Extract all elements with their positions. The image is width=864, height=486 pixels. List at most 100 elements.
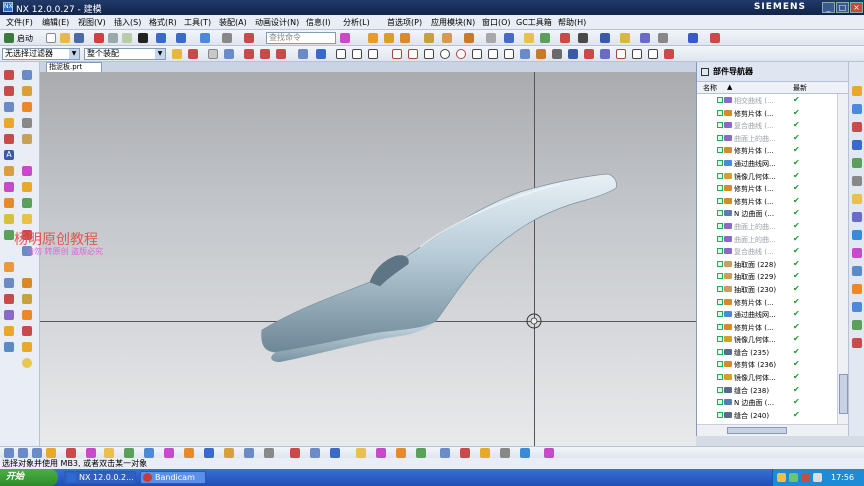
plus-icon[interactable] <box>648 49 658 59</box>
new-file-icon[interactable] <box>46 33 56 43</box>
boolean-icon[interactable] <box>442 33 452 43</box>
visibility-checkbox[interactable] <box>717 336 723 343</box>
visibility-checkbox[interactable] <box>717 134 723 141</box>
surface-tool-14-icon[interactable] <box>22 310 32 320</box>
view-iso-icon[interactable] <box>46 448 56 458</box>
menu-info[interactable]: 信息(I) <box>306 17 331 28</box>
process-studio-icon[interactable] <box>852 230 862 240</box>
snap-intersection-icon[interactable] <box>536 49 546 59</box>
trim-curve-icon[interactable] <box>4 262 14 272</box>
feature-tree-row[interactable]: 通过曲线网... ✔ <box>697 157 837 170</box>
zoom-icon[interactable] <box>164 448 174 458</box>
snap-quadrant-icon[interactable] <box>552 49 562 59</box>
snap-center-icon[interactable] <box>276 49 286 59</box>
filter-settings-icon[interactable] <box>172 49 182 59</box>
visibility-checkbox[interactable] <box>717 361 723 368</box>
surface-tool-8-icon[interactable] <box>22 198 32 208</box>
feature-tree-row[interactable]: N 边曲面 (... ✔ <box>697 207 837 220</box>
constraint-navigator-icon[interactable] <box>852 122 862 132</box>
select-all-icon[interactable] <box>188 49 198 59</box>
menu-format[interactable]: 格式(R) <box>149 17 177 28</box>
feature-tree-row[interactable]: 抽取面 (228) ✔ <box>697 258 837 271</box>
history-icon[interactable] <box>852 194 862 204</box>
slash-icon[interactable] <box>488 49 498 59</box>
deviation-icon[interactable] <box>330 448 340 458</box>
visibility-checkbox[interactable] <box>717 185 723 192</box>
open-file-icon[interactable] <box>60 33 70 43</box>
scrollbar-thumb[interactable] <box>839 374 848 414</box>
menu-analysis[interactable]: 分析(L) <box>343 17 370 28</box>
column-latest-header[interactable]: 最新 <box>793 83 807 93</box>
menu-tools[interactable]: 工具(T) <box>184 17 211 28</box>
measure-icon[interactable] <box>600 33 610 43</box>
window-layout-icon[interactable] <box>222 33 232 43</box>
snap-tangent-icon[interactable] <box>568 49 578 59</box>
solid-body-icon[interactable] <box>316 49 326 59</box>
minimize-button[interactable]: _ <box>822 2 835 13</box>
menu-gc-toolbox[interactable]: GC工具箱 <box>516 17 552 28</box>
project-curve-icon[interactable] <box>4 182 14 192</box>
line-icon[interactable] <box>336 49 346 59</box>
arrow-right-icon[interactable] <box>632 49 642 59</box>
scope-filter-select[interactable]: 整个装配 ▼ <box>84 48 166 60</box>
snap-endpoint-icon[interactable] <box>244 49 254 59</box>
feature-tree-row[interactable]: 缝合 (240) ✔ <box>697 409 837 422</box>
command-search-input[interactable]: 查找命令 <box>266 32 336 44</box>
snap-settings-icon[interactable] <box>664 49 674 59</box>
feature-tree-row[interactable]: N 边曲面 (... ✔ <box>697 396 837 409</box>
sphere-tool-icon[interactable] <box>22 358 32 368</box>
part-navigator-icon[interactable] <box>852 104 862 114</box>
revolve-icon[interactable] <box>400 33 410 43</box>
feature-tree-row[interactable]: 复合曲线 (... ✔ <box>697 245 837 258</box>
visibility-checkbox[interactable] <box>717 159 723 166</box>
paste-icon[interactable] <box>122 33 132 43</box>
menu-preferences[interactable]: 首选项(P) <box>387 17 422 28</box>
arc-icon[interactable] <box>352 49 362 59</box>
cut-icon[interactable] <box>94 33 104 43</box>
isoparametric-icon[interactable] <box>4 342 14 352</box>
edges-icon[interactable] <box>104 448 114 458</box>
type-filter-select[interactable]: 无选择过滤器 ▼ <box>2 48 80 60</box>
render-style-icon[interactable] <box>66 448 76 458</box>
visibility-checkbox[interactable] <box>717 273 723 280</box>
feature-tree-row[interactable]: 曲面上的曲... ✔ <box>697 233 837 246</box>
visibility-checkbox[interactable] <box>717 109 723 116</box>
assembly-navigator-icon[interactable] <box>852 86 862 96</box>
surface-tool-12-icon[interactable] <box>22 278 32 288</box>
plus-cross-icon[interactable] <box>472 49 482 59</box>
surface-tool-5-icon[interactable] <box>22 134 32 144</box>
close-button[interactable]: × <box>850 2 863 13</box>
hole-icon[interactable] <box>424 33 434 43</box>
feature-tree-row[interactable]: 通过曲线网... ✔ <box>697 308 837 321</box>
perspective-icon[interactable] <box>224 448 234 458</box>
visibility-checkbox[interactable] <box>717 285 723 292</box>
volume-icon[interactable] <box>813 473 822 482</box>
system-scenes-icon[interactable] <box>852 284 862 294</box>
surface-tool-7-icon[interactable] <box>22 182 32 192</box>
visibility-checkbox[interactable] <box>717 235 723 242</box>
simple-interference-icon[interactable] <box>500 448 510 458</box>
menu-animation[interactable]: 动画设计(N) <box>255 17 299 28</box>
feature-tree-row[interactable]: 镜像几何体... ✔ <box>697 333 837 346</box>
background-icon[interactable] <box>264 448 274 458</box>
spline-icon[interactable] <box>578 33 588 43</box>
chamfer-icon[interactable] <box>486 33 496 43</box>
undo-icon[interactable] <box>156 33 166 43</box>
redo-icon[interactable] <box>176 33 186 43</box>
rectangle-select-icon[interactable] <box>208 49 218 59</box>
wcs-icon[interactable] <box>710 33 720 43</box>
mirror-curve-icon[interactable] <box>4 214 14 224</box>
navigator-pin-icon[interactable] <box>701 68 709 76</box>
visibility-checkbox[interactable] <box>717 172 723 179</box>
menu-edit[interactable]: 编辑(E) <box>42 17 69 28</box>
check-geometry-icon[interactable] <box>520 448 530 458</box>
feature-tree-row[interactable]: 复合曲线 (... ✔ <box>697 119 837 132</box>
fit-view-icon[interactable] <box>144 448 154 458</box>
surface-tool-15-icon[interactable] <box>22 326 32 336</box>
more-tools-icon[interactable] <box>544 448 554 458</box>
menu-application[interactable]: 应用模块(N) <box>431 17 475 28</box>
column-name-header[interactable]: 名称 <box>703 83 717 93</box>
visibility-checkbox[interactable] <box>717 348 723 355</box>
feature-tree-row[interactable]: 修剪片体 (... ✔ <box>697 107 837 120</box>
curvature-icon[interactable] <box>376 448 386 458</box>
